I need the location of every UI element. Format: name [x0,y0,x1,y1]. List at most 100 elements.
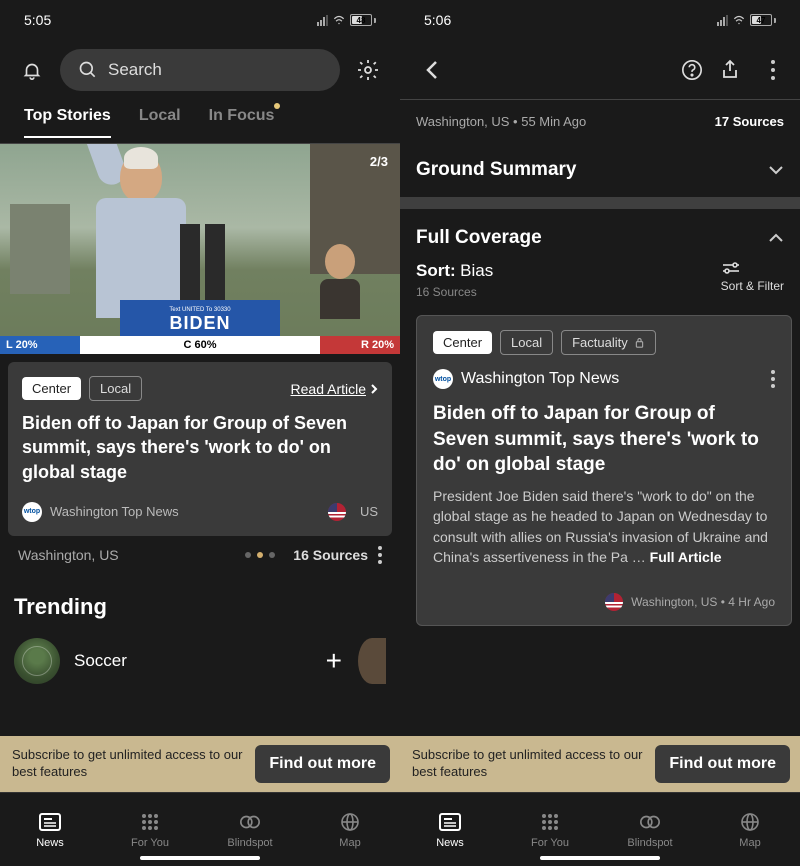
sort-label: Sort: [416,261,456,280]
full-article-link[interactable]: Full Article [650,549,722,565]
blindspot-icon [639,811,661,833]
chevron-left-icon [425,59,439,81]
trending-item[interactable]: Soccer + [14,638,386,684]
subscribe-text: Subscribe to get unlimited access to our… [412,747,645,781]
status-time: 5:05 [24,12,51,28]
home-indicator[interactable] [140,856,260,860]
story-title: Biden off to Japan for Group of Seven su… [22,411,378,484]
story-location: Washington, US [18,547,119,563]
bias-center: C 60% [80,336,320,354]
nav-map[interactable]: Map [300,793,400,866]
story-meta: Washington, US 16 Sources [0,536,400,574]
hero-banner: Text UNITED To 30330BIDEN [120,300,280,340]
gear-icon [356,58,380,82]
wifi-icon [332,13,346,27]
trending-thumb [14,638,60,684]
carousel-dots[interactable] [245,552,275,558]
article-excerpt: President Joe Biden said there's "work t… [433,486,775,567]
news-icon [39,811,61,833]
subscribe-text: Subscribe to get unlimited access to our… [12,747,245,781]
subscribe-banner: Subscribe to get unlimited access to our… [0,736,400,792]
source-logo: wtop [22,502,42,522]
help-button[interactable] [676,54,708,86]
sources-count[interactable]: 16 Sources [293,547,368,563]
ground-summary-toggle[interactable]: Ground Summary [400,143,800,197]
article-sources-count[interactable]: 17 Sources [715,114,784,129]
card-more-button[interactable] [771,370,775,388]
pill-center[interactable]: Center [22,377,81,400]
status-bar: 5:05 48 [0,0,400,40]
news-icon [439,811,461,833]
pill-local[interactable]: Local [500,330,553,355]
grid-icon [139,811,161,833]
coverage-article-card[interactable]: Center Local Factuality wtop Washington … [416,315,792,626]
status-right: 48 [317,13,376,27]
search-placeholder: Search [108,60,162,80]
more-button[interactable] [752,54,784,86]
article-location-time: Washington, US • 55 Min Ago [416,114,586,129]
battery-icon: 48 [350,14,376,26]
trending-heading: Trending [14,594,386,620]
tab-local[interactable]: Local [139,107,181,137]
article-meta-header: Washington, US • 55 Min Ago 17 Sources [400,100,800,143]
trending-name: Soccer [74,651,127,671]
pill-local[interactable]: Local [89,376,142,401]
full-coverage-toggle[interactable]: Full Coverage [400,209,800,253]
nav-news[interactable]: News [400,793,500,866]
article-title: Biden off to Japan for Group of Seven su… [433,401,775,478]
chevron-up-icon [768,233,784,243]
tab-top-stories[interactable]: Top Stories [24,107,111,137]
sort-value[interactable]: Bias [460,261,493,280]
sort-filter-button[interactable]: Sort & Filter [721,261,784,293]
sort-row: Sort: Bias 16 Sources Sort & Filter [400,253,800,303]
search-input[interactable]: Search [60,49,340,91]
nav-map[interactable]: Map [700,793,800,866]
sort-sources-count: 16 Sources [416,285,493,299]
article-header [400,40,800,100]
pill-factuality[interactable]: Factuality [561,330,656,355]
chevron-right-icon [370,383,378,395]
settings-button[interactable] [352,54,384,86]
trending-next-peek[interactable] [358,638,386,684]
tab-in-focus[interactable]: In Focus [209,107,275,137]
status-right: 47 [717,13,776,27]
subscribe-button[interactable]: Find out more [255,745,390,783]
pill-center[interactable]: Center [433,331,492,354]
home-indicator[interactable] [540,856,660,860]
share-icon [720,59,740,81]
article-footer: Washington, US • 4 Hr Ago [631,595,775,609]
nav-news[interactable]: News [0,793,100,866]
trending-section: Trending Soccer + [0,574,400,694]
back-button[interactable] [416,54,448,86]
status-bar: 5:06 47 [400,0,800,40]
read-article-link[interactable]: Read Article [291,381,378,397]
share-button[interactable] [714,54,746,86]
blindspot-icon [239,811,261,833]
screen-article: 5:06 47 Washington, US • 55 Min Ago 17 S… [400,0,800,866]
help-icon [681,59,703,81]
bottom-nav: News For You Blindspot Map [400,792,800,866]
subscribe-button[interactable]: Find out more [655,745,790,783]
battery-icon: 47 [750,14,776,26]
flag-icon [605,593,623,611]
wifi-icon [732,13,746,27]
hero-carousel[interactable]: Text UNITED To 30330BIDEN 2/3 L 20% C 60… [0,144,400,354]
screen-home: 5:05 48 Search Top Stories Local In Focu… [0,0,400,866]
tabs: Top Stories Local In Focus [0,100,400,144]
flag-icon [328,503,346,521]
source-logo: wtop [433,369,453,389]
cellular-icon [317,15,328,26]
story-card[interactable]: Center Local Read Article Biden off to J… [8,362,392,536]
chevron-down-icon [768,165,784,175]
status-time: 5:06 [424,12,451,28]
notifications-button[interactable] [16,54,48,86]
country-label: US [360,504,378,519]
more-button[interactable] [378,546,382,564]
lock-icon [634,337,645,348]
bias-right: R 20% [320,336,400,354]
bias-bar: L 20% C 60% R 20% [0,336,400,354]
bell-icon [21,59,43,81]
globe-icon [739,811,761,833]
add-topic-button[interactable]: + [326,645,342,677]
notification-dot [274,103,280,109]
